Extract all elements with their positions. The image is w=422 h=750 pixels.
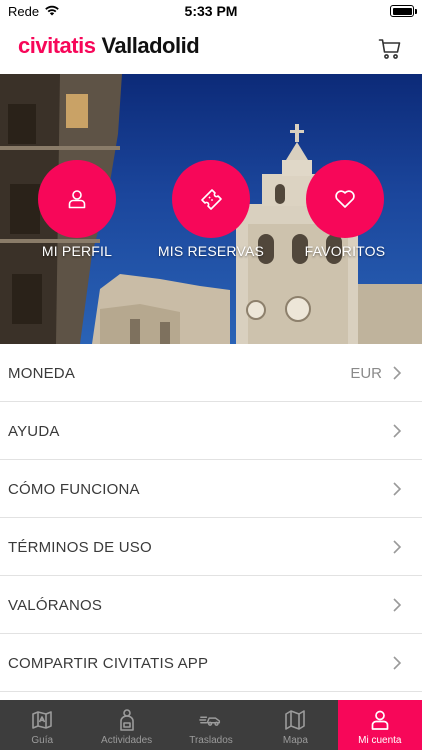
activities-icon (119, 709, 134, 731)
logo-brand: civitatis (18, 33, 96, 58)
menu-item-how-it-works[interactable]: CÓMO FUNCIONA (0, 460, 422, 518)
transfers-icon (199, 716, 221, 726)
account-menu: MONEDA EUR AYUDA CÓMO FUNCIONA TÉRMINOS … (0, 344, 422, 692)
menu-item-label: VALÓRANOS (8, 597, 103, 614)
chevron-right-icon (393, 540, 402, 554)
tab-label: Traslados (189, 735, 233, 746)
battery-icon (390, 5, 414, 17)
chevron-right-icon (393, 482, 402, 496)
profile-label[interactable]: MI PERFIL (7, 243, 147, 259)
menu-item-rate[interactable]: VALÓRANOS (0, 576, 422, 634)
chevron-right-icon (393, 366, 402, 380)
tab-label: Guía (31, 735, 54, 746)
menu-item-label: CÓMO FUNCIONA (8, 481, 140, 498)
favorites-button[interactable] (306, 160, 384, 238)
logo-city: Valladolid (101, 33, 200, 58)
currency-value: EUR (350, 365, 382, 382)
ticket-icon (201, 189, 222, 210)
menu-item-currency[interactable]: MONEDA EUR (0, 344, 422, 402)
menu-item-label: AYUDA (8, 423, 60, 440)
menu-item-share[interactable]: COMPARTIR CIVITATIS APP (0, 634, 422, 692)
tab-label: Actividades (101, 735, 153, 746)
chevron-right-icon (393, 656, 402, 670)
menu-item-label: MONEDA (8, 365, 76, 382)
tab-my-account[interactable]: Mi cuenta (337, 700, 422, 750)
heart-icon (335, 190, 355, 208)
favorites-label[interactable]: FAVORITOS (275, 243, 415, 259)
tab-activities[interactable]: Actividades (84, 700, 168, 750)
clock: 5:33 PM (184, 3, 238, 19)
reservations-label[interactable]: MIS RESERVAS (141, 243, 281, 259)
tab-label: Mapa (282, 735, 308, 746)
guide-icon (32, 711, 53, 729)
tab-map[interactable]: Mapa (253, 700, 337, 750)
tab-bar: Guía Actividades Traslados Mapa Mi cuent… (0, 700, 422, 750)
app-header: civitatis Valladolid (0, 24, 422, 74)
cart-icon[interactable] (378, 37, 402, 61)
menu-item-help[interactable]: AYUDA (0, 402, 422, 460)
menu-item-label: COMPARTIR CIVITATIS APP (8, 655, 209, 672)
menu-item-label: TÉRMINOS DE USO (8, 539, 152, 556)
menu-item-terms[interactable]: TÉRMINOS DE USO (0, 518, 422, 576)
tab-transfers[interactable]: Traslados (169, 700, 253, 750)
profile-button[interactable] (38, 160, 116, 238)
reservations-button[interactable] (172, 160, 250, 238)
tab-label: Mi cuenta (358, 735, 402, 746)
logo: civitatis Valladolid (18, 33, 200, 59)
account-icon (371, 710, 389, 730)
map-icon (285, 710, 306, 730)
tab-guide[interactable]: Guía (0, 700, 84, 750)
chevron-right-icon (393, 424, 402, 438)
chevron-right-icon (393, 598, 402, 612)
status-bar: Rede 5:33 PM (0, 0, 422, 24)
hero-banner: MI PERFIL MIS RESERVAS FAVORITOS (0, 74, 422, 344)
user-icon (68, 190, 86, 209)
